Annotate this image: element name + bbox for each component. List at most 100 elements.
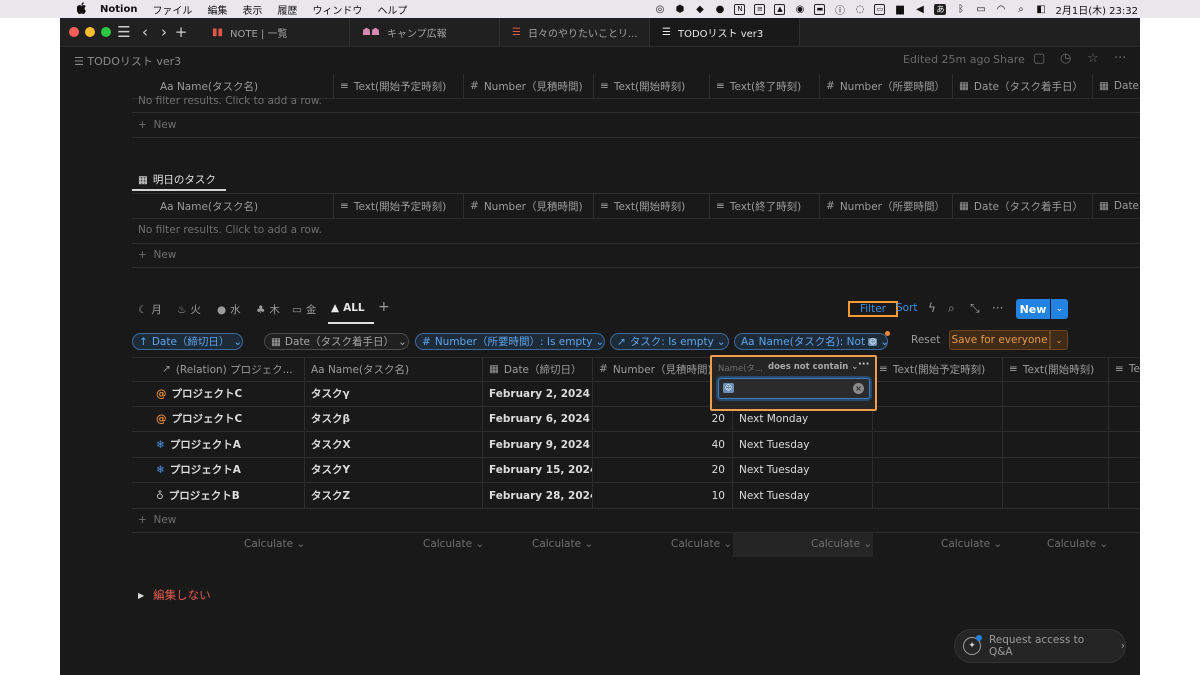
new-row-button[interactable]: + New (138, 514, 176, 526)
row-deadline[interactable]: February 2, 2024 (483, 381, 593, 406)
menu-edit[interactable]: 編集 (207, 2, 227, 17)
col-header-text-start-plan[interactable]: ≡ Text(開始予定時刻) (873, 357, 1003, 381)
filter-value-input[interactable]: ☺ × (718, 378, 870, 399)
col-header-number-estimate[interactable]: # Number（見積時間) (464, 194, 594, 218)
db-title-tomorrow[interactable]: ▦ 明日のタスク (138, 172, 216, 187)
filter-button[interactable]: Filter (848, 301, 898, 317)
back-icon[interactable]: ‹ (137, 23, 153, 41)
app-menu[interactable]: Notion (100, 4, 137, 15)
volume-icon[interactable]: ◀ (914, 4, 925, 15)
row-deadline[interactable]: February 6, 2024 (483, 406, 593, 431)
search-icon[interactable]: ⌕ (1015, 4, 1026, 15)
close-window-button[interactable] (69, 27, 79, 37)
new-row-button[interactable]: + New (138, 119, 176, 131)
row-duration-text[interactable]: Next Tuesday (733, 432, 873, 457)
control-center-icon[interactable]: ◧ (1035, 4, 1046, 15)
tab-daily[interactable]: ☰ 日々のやりたいことリ... (500, 18, 650, 46)
clock-icon[interactable]: ◷ (1060, 51, 1071, 66)
view-tab-all[interactable]: ▲ ALL (331, 302, 365, 314)
add-view-icon[interactable]: + (378, 299, 390, 315)
calculate-start-plan[interactable]: Calculate ⌄ (941, 538, 1002, 550)
save-for-everyone-button[interactable]: Save for everyone (949, 330, 1050, 350)
expand-icon[interactable]: ⤡ (970, 301, 980, 316)
new-item-dropdown-icon[interactable]: ⌄ (1051, 299, 1068, 319)
sidebar-toggle-icon[interactable]: ☰ (116, 23, 132, 41)
view-tab-wed[interactable]: ● 水 (217, 302, 241, 317)
filter-chip-name-not-contain[interactable]: AaName(タスク名): Not☺⌄ (734, 333, 888, 350)
calculate-name[interactable]: Calculate ⌄ (423, 538, 484, 550)
calculate-project[interactable]: Calculate ⌄ (244, 538, 305, 550)
row-empty-cell[interactable] (1003, 406, 1109, 431)
menu-view[interactable]: 表示 (242, 2, 262, 17)
col-header-text-start-plan[interactable]: ≡ Text(開始予定時刻) (334, 194, 464, 218)
apple-menu-icon[interactable] (76, 1, 88, 17)
dropbox-icon[interactable]: ◆ (694, 4, 705, 15)
row-duration-text[interactable]: Next Tuesday (733, 457, 873, 482)
star-icon[interactable]: ☆ (1087, 51, 1099, 66)
menu-help[interactable]: ヘルプ (377, 2, 407, 17)
tab-note[interactable]: ▮▮ NOTE | 一覧 (200, 18, 350, 46)
row-empty-cell[interactable] (1003, 483, 1109, 508)
input-method-icon[interactable]: あ (934, 3, 947, 15)
clipboard-icon[interactable]: ≡ (754, 3, 766, 15)
row-task-name[interactable]: タスクY (305, 457, 483, 482)
row-deadline[interactable]: February 28, 2024 (483, 483, 593, 508)
calculate-start[interactable]: Calculate ⌄ (1047, 538, 1108, 550)
col-header-date[interactable]: ▦ Date (1093, 74, 1140, 98)
col-header-text-start-plan[interactable]: ≡ Text(開始予定時刻) (334, 74, 464, 98)
new-tab-icon[interactable]: + (173, 23, 189, 41)
row-project[interactable]: @ プロジェクトC (132, 406, 305, 431)
menu-window[interactable]: ウィンドウ (312, 2, 362, 17)
new-row-button[interactable]: + New (138, 249, 176, 261)
row-empty-cell[interactable] (1003, 432, 1109, 457)
new-item-button[interactable]: New (1016, 299, 1050, 319)
reset-button[interactable]: Reset (911, 334, 940, 346)
image-icon[interactable]: ▲ (774, 3, 786, 15)
row-estimate[interactable]: 10 (593, 483, 733, 508)
automation-icon[interactable]: ϟ (928, 301, 936, 315)
col-header-text-end[interactable]: ≡ Text(終了時刻) (710, 74, 820, 98)
more-icon[interactable]: ··· (1114, 51, 1126, 66)
car-icon[interactable]: ▆ (894, 4, 905, 15)
more-icon[interactable]: ··· (858, 359, 869, 370)
view-tab-mon[interactable]: ☾ 月 (138, 302, 162, 317)
col-header-relation-project[interactable]: ↗ (Relation) プロジェク... (132, 357, 305, 381)
filter-chip-duration-empty[interactable]: # Number（所要時間）: Is empty ⌄ (415, 333, 605, 350)
row-empty-cell[interactable] (873, 406, 1003, 431)
row-task-name[interactable]: タスクγ (305, 381, 483, 406)
search-icon[interactable]: ⌕ (948, 301, 955, 316)
minimize-window-button[interactable] (85, 27, 95, 37)
row-deadline[interactable]: February 9, 2024 (483, 432, 593, 457)
comment-icon[interactable]: ▢ (1033, 51, 1045, 66)
airdrop-icon[interactable]: ◌ (854, 4, 865, 15)
empty-message[interactable]: No filter results. Click to add a row. (138, 95, 322, 107)
notion-status-icon[interactable]: N (734, 3, 746, 15)
row-empty-cell[interactable] (873, 432, 1003, 457)
col-header-name[interactable]: Aa Name(タスク名) (132, 194, 334, 218)
row-empty-cell[interactable] (873, 381, 1003, 406)
col-header-text-end[interactable]: ≡ Text(終了時刻) (710, 194, 820, 218)
filter-chip-task-empty[interactable]: ↗ タスク: Is empty ⌄ (610, 333, 729, 350)
row-empty-cell[interactable] (1003, 381, 1109, 406)
row-estimate[interactable]: 20 (593, 457, 733, 482)
row-project[interactable]: ❄ プロジェクトA (132, 457, 305, 482)
display-icon[interactable]: ▬ (814, 3, 826, 15)
sort-chip-deadline[interactable]: ↑ Date（締切日） ⌄ (132, 333, 243, 350)
calculate-estimate[interactable]: Calculate ⌄ (671, 538, 732, 550)
row-task-name[interactable]: タスクβ (305, 406, 483, 431)
hat-icon[interactable]: ● (714, 4, 725, 15)
calculate-deadline[interactable]: Calculate ⌄ (532, 538, 593, 550)
cube-icon[interactable]: ⬢ (674, 4, 685, 15)
menu-history[interactable]: 履歴 (277, 2, 297, 17)
col-header-text-start[interactable]: ≡ Text(開始時刻) (1003, 357, 1109, 381)
row-deadline[interactable]: February 15, 2024 (483, 457, 593, 482)
col-header-date[interactable]: ▦ Date (1093, 194, 1140, 218)
calculate-duration[interactable]: Calculate ⌄ (811, 538, 872, 550)
row-task-name[interactable]: タスクZ (305, 483, 483, 508)
info-icon[interactable]: ⓘ (834, 4, 845, 17)
request-qa-button[interactable]: ✦ Request access to Q&A › (954, 629, 1126, 663)
forward-icon[interactable]: › (156, 23, 172, 41)
col-header-text-start[interactable]: ≡ Text(開始時刻) (594, 194, 710, 218)
sort-button[interactable]: Sort (896, 302, 918, 314)
row-project[interactable]: ❄ プロジェクトA (132, 432, 305, 457)
